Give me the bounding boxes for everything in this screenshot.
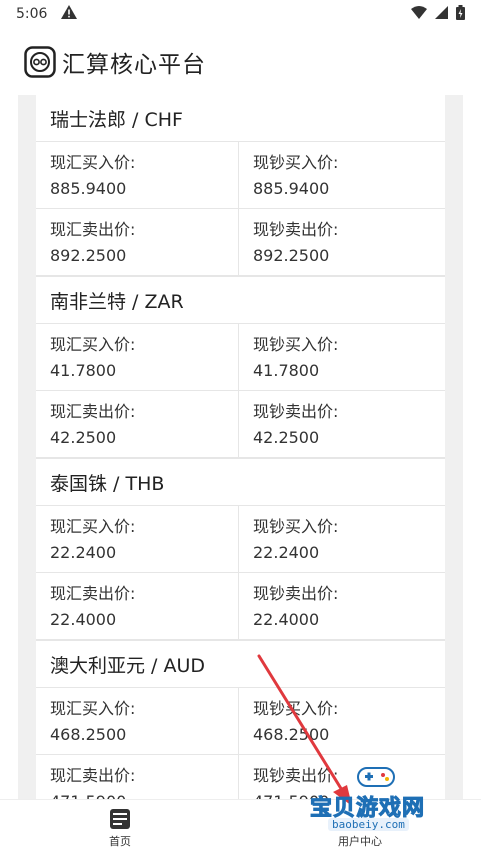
rate-value: 468.2500 xyxy=(253,725,330,744)
rate-grid: 现汇买入价: 41.7800 现钞买入价: 41.7800 现汇卖出价: 42.2500 现… xyxy=(36,324,445,458)
rate-label: 现汇买入价: xyxy=(50,699,136,718)
currency-title: 澳大利亚元 / AUD xyxy=(36,641,445,688)
currency-title: 瑞士法郎 / CHF xyxy=(36,95,445,142)
status-bar: 5:06 xyxy=(0,0,481,28)
rate-label: 现汇卖出价: xyxy=(50,584,136,603)
nav-user-center[interactable]: 用户中心 xyxy=(240,800,480,855)
rate-label: 现钞买入价: xyxy=(253,517,339,536)
app-logo-icon xyxy=(24,46,56,78)
rate-cell-cash-sell: 现钞卖出价: 471.5900 xyxy=(239,755,445,799)
rate-value: 468.2500 xyxy=(50,725,127,744)
rate-cell-spot-sell: 现汇卖出价: 892.2500 xyxy=(36,209,239,276)
app-bar: 汇算核心平台 xyxy=(0,30,481,94)
currency-card: 泰国铢 / THB 现汇买入价: 22.2400 现钞买入价: 22.2400 现汇卖出价… xyxy=(36,459,445,641)
rate-label: 现钞买入价: xyxy=(253,699,339,718)
rate-cell-cash-buy: 现钞买入价: 22.2400 xyxy=(239,506,445,573)
rate-label: 现汇买入价: xyxy=(50,335,136,354)
rate-value: 42.2500 xyxy=(253,428,320,447)
rate-cell-spot-sell: 现汇卖出价: 42.2500 xyxy=(36,391,239,458)
currency-title: 泰国铢 / THB xyxy=(36,459,445,506)
status-time: 5:06 xyxy=(16,6,48,22)
rate-value: 22.4000 xyxy=(253,610,320,629)
nav-home[interactable]: 首页 xyxy=(0,800,240,855)
rate-label: 现钞卖出价: xyxy=(253,584,339,603)
rate-cell-spot-sell: 现汇卖出价: 471.5900 xyxy=(36,755,239,799)
app-title: 汇算核心平台 xyxy=(62,52,206,78)
rate-cell-cash-buy: 现钞买入价: 885.9400 xyxy=(239,142,445,209)
currency-list: 瑞士法郎 / CHF 现汇买入价: 885.9400 现钞买入价: 885.9400 现汇… xyxy=(36,95,445,799)
rate-value: 892.2500 xyxy=(50,246,127,265)
rate-value: 42.2500 xyxy=(50,428,117,447)
rate-cell-spot-buy: 现汇买入价: 41.7800 xyxy=(36,324,239,391)
rate-cell-cash-buy: 现钞买入价: 41.7800 xyxy=(239,324,445,391)
user-icon xyxy=(349,808,371,830)
rate-cell-spot-sell: 现汇卖出价: 22.4000 xyxy=(36,573,239,640)
rate-value: 22.4000 xyxy=(50,610,117,629)
rate-value: 22.2400 xyxy=(50,543,117,562)
rate-label: 现钞卖出价: xyxy=(253,766,339,785)
rate-cell-spot-buy: 现汇买入价: 468.2500 xyxy=(36,688,239,755)
nav-user-label: 用户中心 xyxy=(338,835,382,848)
currency-list-container[interactable]: 瑞士法郎 / CHF 现汇买入价: 885.9400 现钞买入价: 885.9400 现汇… xyxy=(18,95,463,799)
rate-cell-cash-sell: 现钞卖出价: 892.2500 xyxy=(239,209,445,276)
rate-label: 现钞卖出价: xyxy=(253,402,339,421)
rate-value: 471.5900 xyxy=(50,789,238,799)
rate-label: 现钞买入价: xyxy=(253,153,339,172)
currency-title: 南非兰特 / ZAR xyxy=(36,277,445,324)
rate-label: 现汇买入价: xyxy=(50,517,136,536)
wifi-icon xyxy=(411,5,427,23)
rate-value: 22.2400 xyxy=(253,543,320,562)
rate-grid: 现汇买入价: 22.2400 现钞买入价: 22.2400 现汇卖出价: 22.4000 现… xyxy=(36,506,445,640)
nav-home-label: 首页 xyxy=(109,835,131,848)
bottom-nav: 首页 用户中心 xyxy=(0,799,481,855)
rate-cell-spot-buy: 现汇买入价: 885.9400 xyxy=(36,142,239,209)
rate-value: 892.2500 xyxy=(253,246,330,265)
rate-cell-cash-sell: 现钞卖出价: 42.2500 xyxy=(239,391,445,458)
rate-value: 885.9400 xyxy=(253,179,330,198)
home-icon xyxy=(109,808,131,830)
rate-label: 现汇买入价: xyxy=(50,153,136,172)
battery-icon xyxy=(456,4,465,24)
rate-label: 现钞买入价: xyxy=(253,335,339,354)
rate-grid: 现汇买入价: 468.2500 现钞买入价: 468.2500 现汇卖出价: 471.59… xyxy=(36,688,445,799)
rate-label: 现钞卖出价: xyxy=(253,220,339,239)
rate-value: 471.5900 xyxy=(253,789,445,799)
currency-card: 瑞士法郎 / CHF 现汇买入价: 885.9400 现钞买入价: 885.9400 现汇… xyxy=(36,95,445,277)
signal-icon xyxy=(435,5,448,23)
currency-card: 澳大利亚元 / AUD 现汇买入价: 468.2500 现钞买入价: 468.2500 现… xyxy=(36,641,445,799)
rate-label: 现汇卖出价: xyxy=(50,220,136,239)
currency-card: 南非兰特 / ZAR 现汇买入价: 41.7800 现钞买入价: 41.7800 现汇卖出… xyxy=(36,277,445,459)
rate-grid: 现汇买入价: 885.9400 现钞买入价: 885.9400 现汇卖出价: 892.25… xyxy=(36,142,445,276)
rate-value: 41.7800 xyxy=(50,361,117,380)
rate-cell-cash-sell: 现钞卖出价: 22.4000 xyxy=(239,573,445,640)
rate-value: 885.9400 xyxy=(50,179,127,198)
warning-icon xyxy=(61,5,78,23)
rate-value: 41.7800 xyxy=(253,361,320,380)
rate-label: 现汇卖出价: xyxy=(50,766,136,785)
rate-cell-cash-buy: 现钞买入价: 468.2500 xyxy=(239,688,445,755)
rate-cell-spot-buy: 现汇买入价: 22.2400 xyxy=(36,506,239,573)
rate-label: 现汇卖出价: xyxy=(50,402,136,421)
